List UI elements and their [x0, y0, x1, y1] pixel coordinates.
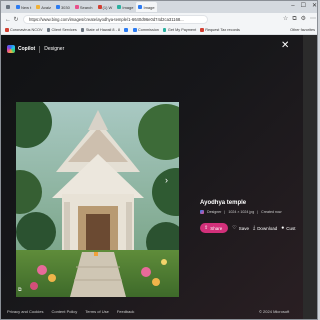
bookmark-favicon-icon — [200, 28, 204, 32]
maximize-icon[interactable]: ☐ — [301, 2, 306, 10]
tab-favicon-icon — [97, 5, 102, 9]
close-window-icon[interactable]: ✕ — [312, 2, 317, 10]
tab-7-active[interactable]: Image — [136, 2, 157, 12]
meta-size: 1024 × 1024 jpg — [228, 210, 255, 214]
image-viewer: Copilot Designer ✕ › ⧉ Ayodhya temple De… — [1, 35, 317, 319]
bookmark-item[interactable]: Coronavirus NCOV — [5, 28, 43, 32]
designer-icon — [200, 210, 204, 214]
generated-image[interactable] — [16, 102, 179, 297]
meta-created: Created now — [261, 210, 282, 214]
tab-1[interactable]: New t — [14, 2, 33, 12]
tab-favicon-icon — [74, 5, 79, 9]
image-title: Ayodhya temple — [200, 200, 247, 206]
image-meta: Designer | 1024 × 1024 jpg | Created now — [200, 210, 282, 214]
bookmark-favicon-icon — [162, 28, 167, 32]
copyright: © 2024 Microsoft — [259, 309, 290, 314]
bookmarks-bar: Coronavirus NCOV Client Services State o… — [1, 26, 317, 35]
save-button[interactable]: ♡ Save — [232, 223, 249, 233]
more-icon[interactable]: ⋯ — [310, 15, 316, 24]
brand-divider — [39, 45, 41, 53]
download-button[interactable]: ⤓ Download — [253, 223, 277, 233]
tab-3[interactable]: 3030 — [54, 2, 72, 12]
tab-favicon-icon — [6, 5, 10, 9]
bookmark-item[interactable] — [124, 28, 129, 32]
tab-0[interactable] — [4, 2, 13, 12]
footer-links: Privacy and Cookies Content Policy Terms… — [7, 309, 134, 314]
footer-link-feedback[interactable]: Feedback — [117, 309, 135, 314]
close-icon[interactable]: ✕ — [281, 41, 289, 51]
tab-favicon-icon — [138, 5, 143, 9]
action-bar: ⇪ Share ♡ Save ⤓ Download ● Cust — [200, 223, 296, 233]
tab-strip: New t Avaiz 3030 Search (1) W Image Imag… — [1, 1, 317, 13]
bookmark-favicon-icon — [124, 28, 128, 32]
tab-4[interactable]: Search — [73, 2, 95, 12]
bookmark-favicon-icon — [80, 28, 85, 32]
brand-sub: Designer — [44, 46, 65, 52]
back-icon[interactable]: ← — [4, 16, 12, 24]
brand: Copilot Designer — [7, 45, 64, 53]
bookmark-item[interactable]: Request Tax records — [200, 28, 240, 32]
tab-favicon-icon — [117, 5, 122, 9]
footer-link-privacy[interactable]: Privacy and Cookies — [7, 309, 43, 314]
share-button[interactable]: ⇪ Share — [200, 223, 229, 233]
footer-link-content-policy[interactable]: Content Policy — [51, 309, 77, 314]
address-bar: ← ↻ https://www.bing.com/images/create/a… — [1, 13, 317, 26]
bookmark-item[interactable]: Get My Payment — [162, 28, 196, 32]
bookmark-item[interactable]: Client Services — [46, 28, 77, 32]
other-favorites[interactable]: Other favorites — [290, 26, 315, 35]
designer-modal: Copilot Designer ✕ › ⧉ Ayodhya temple De… — [1, 35, 303, 319]
toolbar-icons: ☆ ⧉ ⚙ ⋯ — [283, 15, 316, 24]
tab-5[interactable]: (1) W — [96, 2, 115, 12]
tab-favicon-icon — [16, 5, 20, 9]
save-icon: ♡ — [232, 225, 237, 231]
meta-source: Designer — [207, 210, 222, 214]
share-icon: ⇪ — [204, 225, 209, 231]
tab-2[interactable]: Avaiz — [34, 2, 53, 12]
tab-favicon-icon — [36, 5, 41, 9]
bookmark-item[interactable]: State of Hawaii 8 - 8 — [80, 28, 120, 32]
bookmark-favicon-icon — [5, 28, 9, 32]
window-controls: – ☐ ✕ — [291, 2, 317, 10]
favorite-star-icon[interactable]: ☆ — [283, 15, 288, 24]
next-image-chevron-icon[interactable]: › — [165, 175, 168, 185]
tab-favicon-icon — [55, 5, 60, 9]
bookmark-item[interactable]: Commission — [133, 28, 159, 32]
extensions-icon[interactable]: ⚙ — [301, 15, 306, 24]
customize-icon: ● — [281, 225, 285, 231]
meta-separator: | — [257, 210, 259, 214]
temple-illustration — [16, 102, 179, 297]
minimize-icon[interactable]: – — [291, 2, 294, 10]
brand-name: Copilot — [18, 46, 36, 52]
meta-separator: | — [224, 210, 226, 214]
footer-link-terms[interactable]: Terms of Use — [85, 309, 109, 314]
browser-window: New t Avaiz 3030 Search (1) W Image Imag… — [0, 0, 318, 320]
collections-icon[interactable]: ⧉ — [292, 15, 296, 24]
bookmark-favicon-icon — [133, 28, 137, 32]
scrollbar[interactable] — [303, 35, 317, 319]
url-input[interactable]: https://www.bing.com/images/create/ayodh… — [23, 15, 208, 24]
copilot-logo-icon — [7, 45, 15, 53]
bookmark-favicon-icon — [46, 28, 50, 32]
refresh-icon[interactable]: ↻ — [12, 16, 20, 24]
download-icon: ⤓ — [252, 225, 256, 231]
image-badge-icon: ⧉ — [18, 287, 22, 293]
tab-6[interactable]: Image — [115, 2, 135, 12]
customize-button[interactable]: ● Cust — [281, 223, 295, 233]
